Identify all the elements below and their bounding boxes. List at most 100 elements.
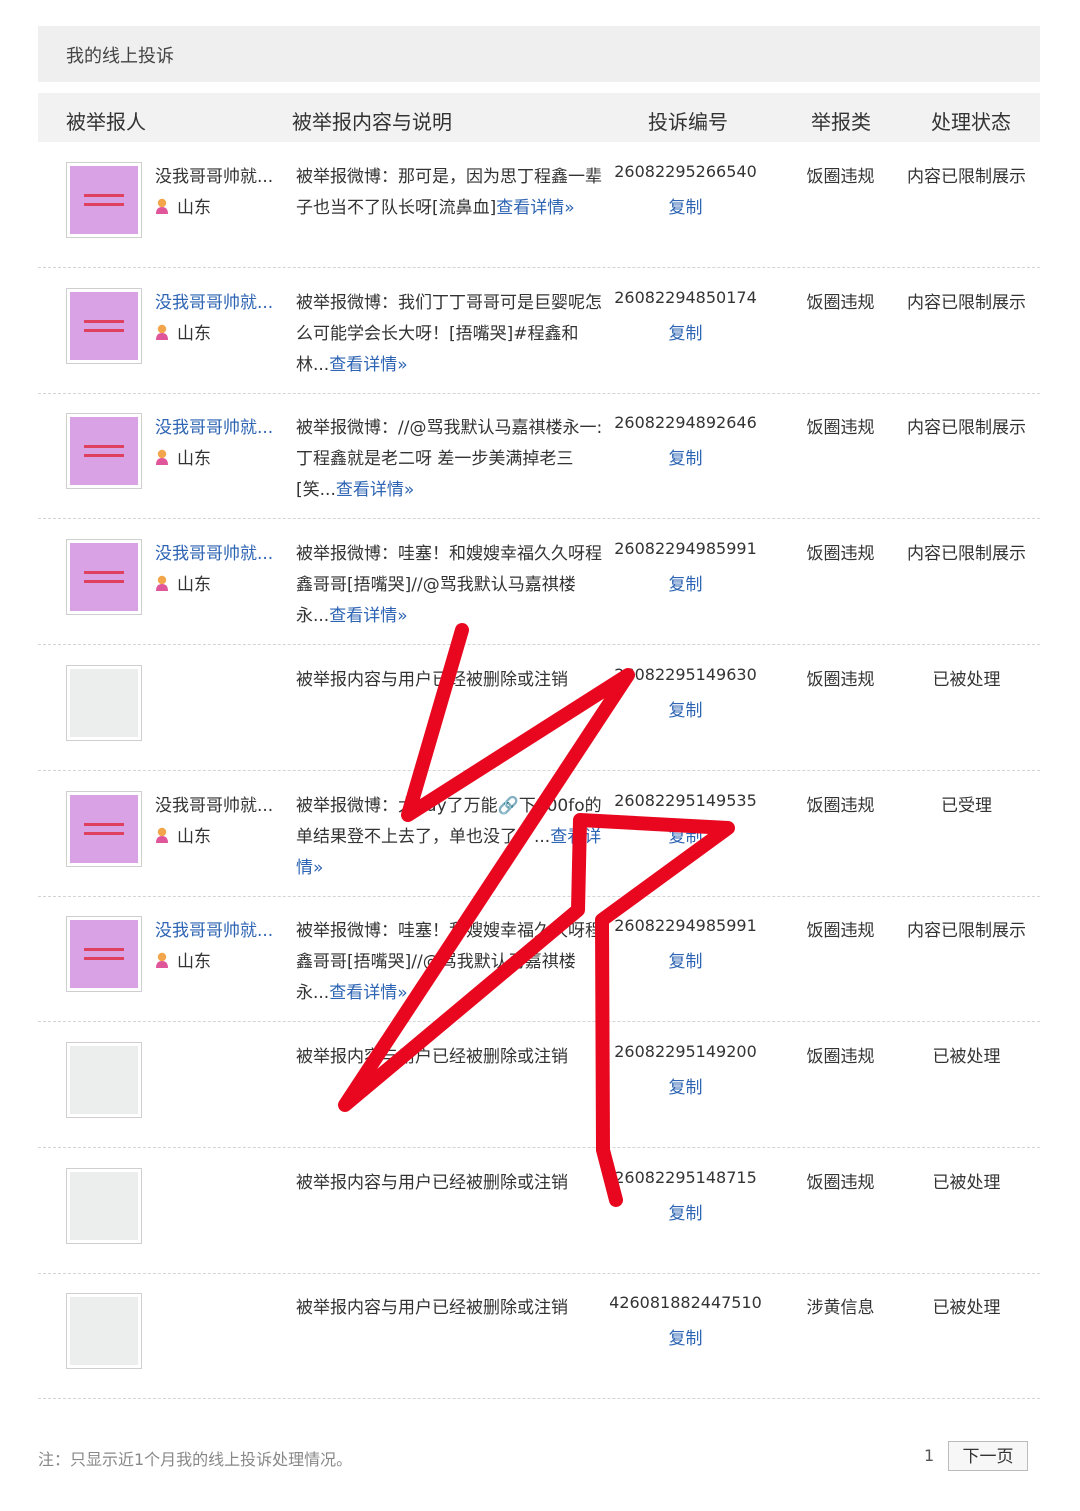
column-header-status: 处理状态 (931, 110, 1011, 134)
copy-link[interactable]: 复制 (608, 319, 763, 344)
avatar[interactable] (66, 916, 142, 993)
processing-status: 已被处理 (932, 1046, 1001, 1067)
copy-link[interactable]: 复制 (608, 1199, 763, 1224)
processing-status: 已被处理 (932, 669, 1001, 690)
avatar[interactable] (66, 1167, 142, 1244)
copy-link[interactable]: 复制 (608, 696, 763, 721)
copy-link[interactable]: 复制 (608, 570, 763, 595)
complaint-description: 被举报微博：//@骂我默认马嘉祺楼永一:丁程鑫就是老二呀 差一步美满掉老三[笑.… (296, 413, 608, 506)
avatar[interactable] (66, 539, 142, 616)
location-text: 山东 (177, 449, 211, 470)
complaint-id: 26082294985991 (614, 916, 757, 936)
column-header-type: 举报类 (811, 110, 871, 134)
location-text: 山东 (177, 826, 211, 847)
avatar[interactable] (66, 413, 142, 490)
processing-status: 内容已限制展示 (907, 167, 1026, 187)
complaint-type: 饭圈违规 (806, 167, 875, 187)
next-page-button[interactable]: 下一页 (948, 1441, 1028, 1471)
copy-link[interactable]: 复制 (608, 822, 763, 847)
user-icon (156, 450, 168, 466)
description-text: 被举报内容与用户已经被删除或注销 (296, 1046, 568, 1067)
table-row: 没我哥哥帅就... 山东 被举报微博：哇塞！和嫂嫂幸福久久呀程鑫哥哥[捂嘴哭]//@… (38, 896, 1040, 1023)
user-icon (156, 827, 168, 843)
reporter-name[interactable]: 没我哥哥帅就... (155, 162, 273, 187)
complaint-type: 饭圈违规 (806, 544, 875, 565)
column-header-reported: 被举报人 (66, 110, 146, 134)
table-row: 被举报内容与用户已经被删除或注销 26082295149200 复制 饭圈违规 已被处理 (38, 1022, 1040, 1148)
column-header-content: 被举报内容与说明 (292, 110, 452, 134)
page-title-bar: 我的线上投诉 (38, 26, 1040, 82)
copy-link[interactable]: 复制 (608, 1324, 763, 1349)
processing-status: 已被处理 (932, 1298, 1001, 1319)
copy-link[interactable]: 复制 (608, 1073, 763, 1098)
table-row: 没我哥哥帅就... 山东 被举报微博：我们丁丁哥哥可是巨婴呢怎么可能学会长大呀！[捂… (38, 268, 1040, 394)
table-row: 没我哥哥帅就... 山东 被举报微博：太buy了万能🔗下100fo的单结果登不上去了… (38, 771, 1040, 897)
complaint-id: 426081882447510 (609, 1293, 762, 1313)
table-row: 没我哥哥帅就... 山东 被举报微博：哇塞！和嫂嫂幸福久久呀程鑫哥哥[捂嘴哭]//@… (38, 519, 1040, 646)
avatar[interactable] (66, 287, 142, 364)
complaint-description: 被举报内容与用户已经被删除或注销 (296, 1293, 608, 1324)
user-icon (156, 198, 168, 214)
avatar[interactable] (66, 790, 142, 867)
view-details-link[interactable]: 查看详情» (496, 198, 574, 218)
processing-status: 内容已限制展示 (907, 418, 1026, 439)
complaint-description: 被举报微博：我们丁丁哥哥可是巨婴呢怎么可能学会长大呀！[捂嘴哭]#程鑫和林...… (296, 288, 608, 381)
reporter-name[interactable]: 没我哥哥帅就... (155, 413, 273, 438)
table-row: 没我哥哥帅就... 山东 被举报微博：//@骂我默认马嘉祺楼永一:丁程鑫就是老二呀 … (38, 393, 1040, 520)
copy-link[interactable]: 复制 (608, 193, 763, 218)
page-number[interactable]: 1 (924, 1446, 934, 1465)
reporter-location: 山东 (155, 570, 211, 595)
reporter-name[interactable]: 没我哥哥帅就... (155, 916, 273, 941)
processing-status: 内容已限制展示 (907, 544, 1026, 565)
avatar[interactable] (66, 1041, 142, 1118)
complaint-description: 被举报内容与用户已经被删除或注销 (296, 1042, 608, 1073)
complaint-type: 饭圈违规 (806, 1046, 875, 1067)
complaint-type: 饭圈违规 (806, 669, 875, 690)
reporter-name[interactable]: 没我哥哥帅就... (155, 288, 273, 313)
processing-status: 内容已限制展示 (907, 292, 1026, 313)
complaint-type: 饭圈违规 (806, 795, 875, 816)
description-text: 被举报内容与用户已经被删除或注销 (296, 1298, 568, 1319)
view-details-link[interactable]: 查看详情» (329, 355, 407, 375)
complaint-description: 被举报微博：哇塞！和嫂嫂幸福久久呀程鑫哥哥[捂嘴哭]//@骂我默认马嘉祺楼永..… (296, 916, 608, 1009)
processing-status: 内容已限制展示 (907, 921, 1026, 942)
location-text: 山东 (177, 952, 211, 973)
reporter-name[interactable]: 没我哥哥帅就... (155, 791, 273, 816)
complaint-id: 26082294892646 (614, 413, 757, 433)
description-text: 被举报内容与用户已经被删除或注销 (296, 1172, 568, 1193)
complaint-description: 被举报微博：哇塞！和嫂嫂幸福久久呀程鑫哥哥[捂嘴哭]//@骂我默认马嘉祺楼永..… (296, 539, 608, 632)
complaint-type: 饭圈违规 (806, 1172, 875, 1193)
reporter-location: 山东 (155, 822, 211, 847)
copy-link[interactable]: 复制 (608, 947, 763, 972)
description-text: 被举报内容与用户已经被删除或注销 (296, 669, 568, 690)
view-details-link[interactable]: 查看详情» (329, 606, 407, 626)
footer-note: 注：只显示近1个月我的线上投诉处理情况。 (38, 1450, 353, 1469)
complaint-id: 26082295266540 (614, 162, 757, 181)
complaint-id: 26082295149200 (614, 1041, 757, 1061)
complaint-description: 被举报微博：那可是，因为思丁程鑫一辈子也当不了队长呀[流鼻血]查看详情» (296, 162, 608, 224)
complaint-id: 26082294985991 (614, 539, 757, 559)
user-icon (156, 575, 168, 592)
reporter-name[interactable]: 没我哥哥帅就... (155, 539, 273, 564)
table-row: 没我哥哥帅就... 山东 被举报微博：那可是，因为思丁程鑫一辈子也当不了队长呀[流鼻… (38, 142, 1040, 268)
table-row: 被举报内容与用户已经被删除或注销 26082295148715 复制 饭圈违规 已被处理 (38, 1148, 1040, 1274)
processing-status: 已受理 (941, 795, 992, 816)
avatar[interactable] (66, 664, 142, 741)
table-row: 被举报内容与用户已经被删除或注销 426081882447510 复制 涉黄信息 已被处… (38, 1273, 1040, 1400)
copy-link[interactable]: 复制 (608, 444, 763, 469)
avatar[interactable] (66, 162, 142, 238)
view-details-link[interactable]: 查看详情» (336, 480, 414, 500)
reporter-location: 山东 (155, 444, 211, 469)
location-text: 山东 (177, 575, 211, 596)
complaint-description: 被举报内容与用户已经被删除或注销 (296, 1168, 608, 1199)
complaint-type: 饭圈违规 (806, 418, 875, 439)
complaint-description: 被举报内容与用户已经被删除或注销 (296, 665, 608, 696)
complaint-id: 26082295149630 (614, 664, 757, 684)
complaint-id: 26082295149535 (614, 790, 757, 810)
processing-status: 已被处理 (932, 1172, 1001, 1193)
complaint-description: 被举报微博：太buy了万能🔗下100fo的单结果登不上去了，单也没了，...查看… (296, 791, 608, 884)
complaint-id: 26082294850174 (614, 287, 757, 307)
view-details-link[interactable]: 查看详情» (329, 983, 407, 1003)
avatar[interactable] (66, 1293, 142, 1370)
user-icon (156, 952, 168, 969)
